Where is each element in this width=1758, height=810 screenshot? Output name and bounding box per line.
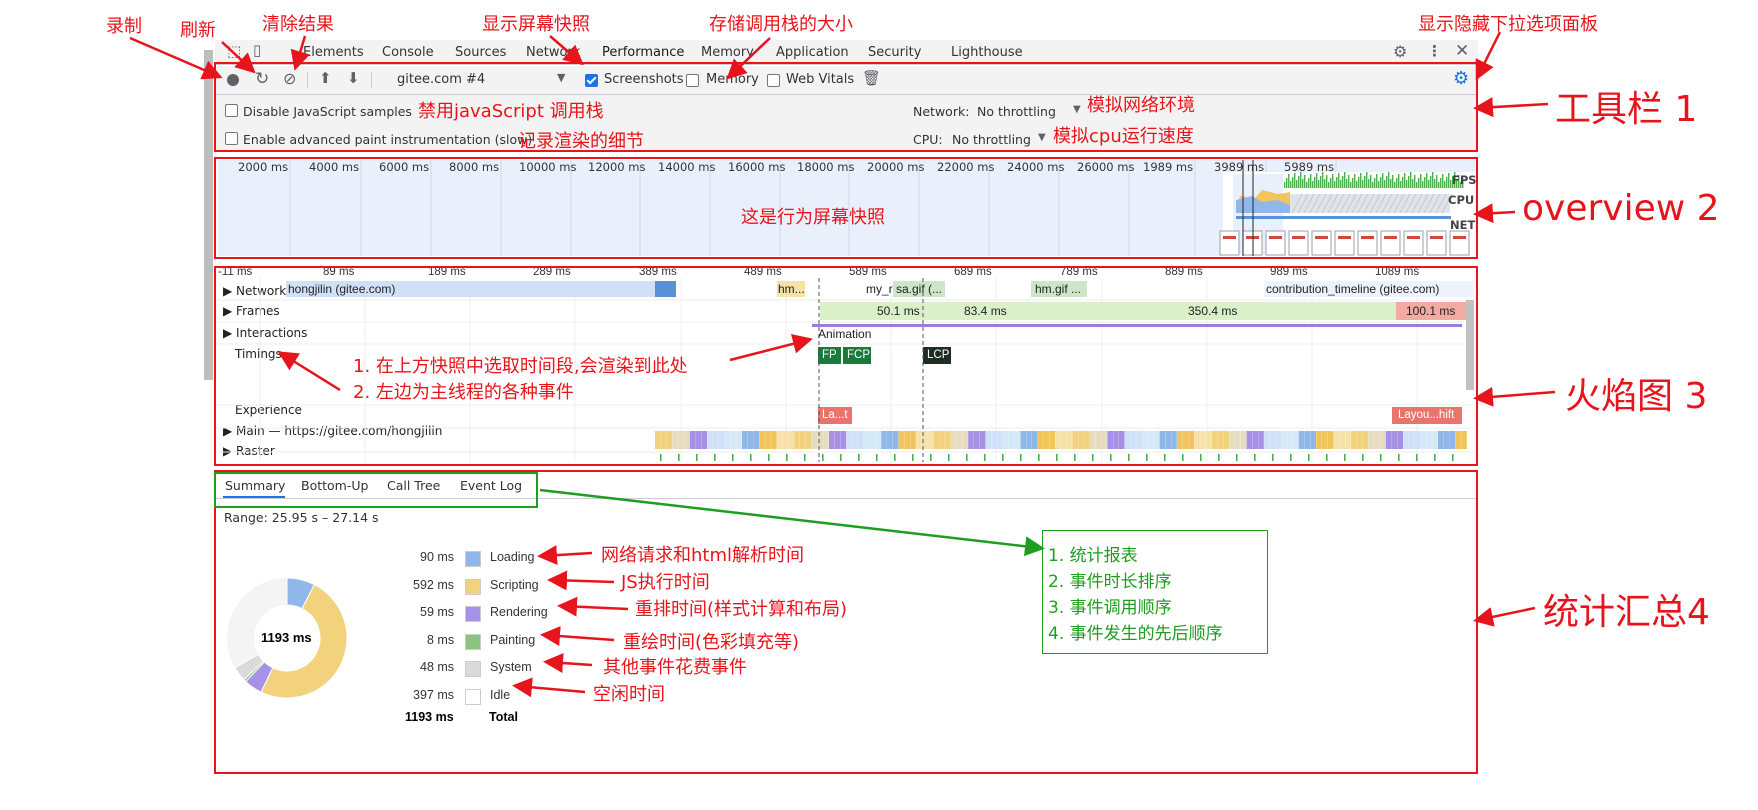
arrow-screenshot bbox=[549, 35, 584, 66]
arrow-green bbox=[539, 488, 1045, 557]
arrow-toolbar bbox=[1473, 97, 1549, 118]
arrow-system bbox=[543, 653, 593, 673]
arrow-summary bbox=[1473, 606, 1536, 627]
arrow-loading bbox=[537, 545, 593, 566]
arrow-scripting bbox=[547, 570, 615, 591]
arrow-flame-note bbox=[729, 334, 813, 362]
arrow-flame bbox=[1473, 386, 1556, 407]
arrow-record bbox=[129, 36, 223, 80]
annotation-arrows bbox=[129, 31, 1556, 698]
arrow-hidden-panel bbox=[1475, 31, 1502, 81]
arrow-stack bbox=[726, 37, 771, 80]
arrow-refresh bbox=[221, 41, 256, 74]
arrow-idle bbox=[512, 677, 586, 698]
arrow-clear bbox=[290, 35, 310, 71]
arrow-rendering bbox=[557, 596, 629, 617]
arrow-painting bbox=[540, 626, 615, 647]
arrow-timings bbox=[277, 351, 341, 392]
arrow-overview bbox=[1473, 203, 1516, 224]
